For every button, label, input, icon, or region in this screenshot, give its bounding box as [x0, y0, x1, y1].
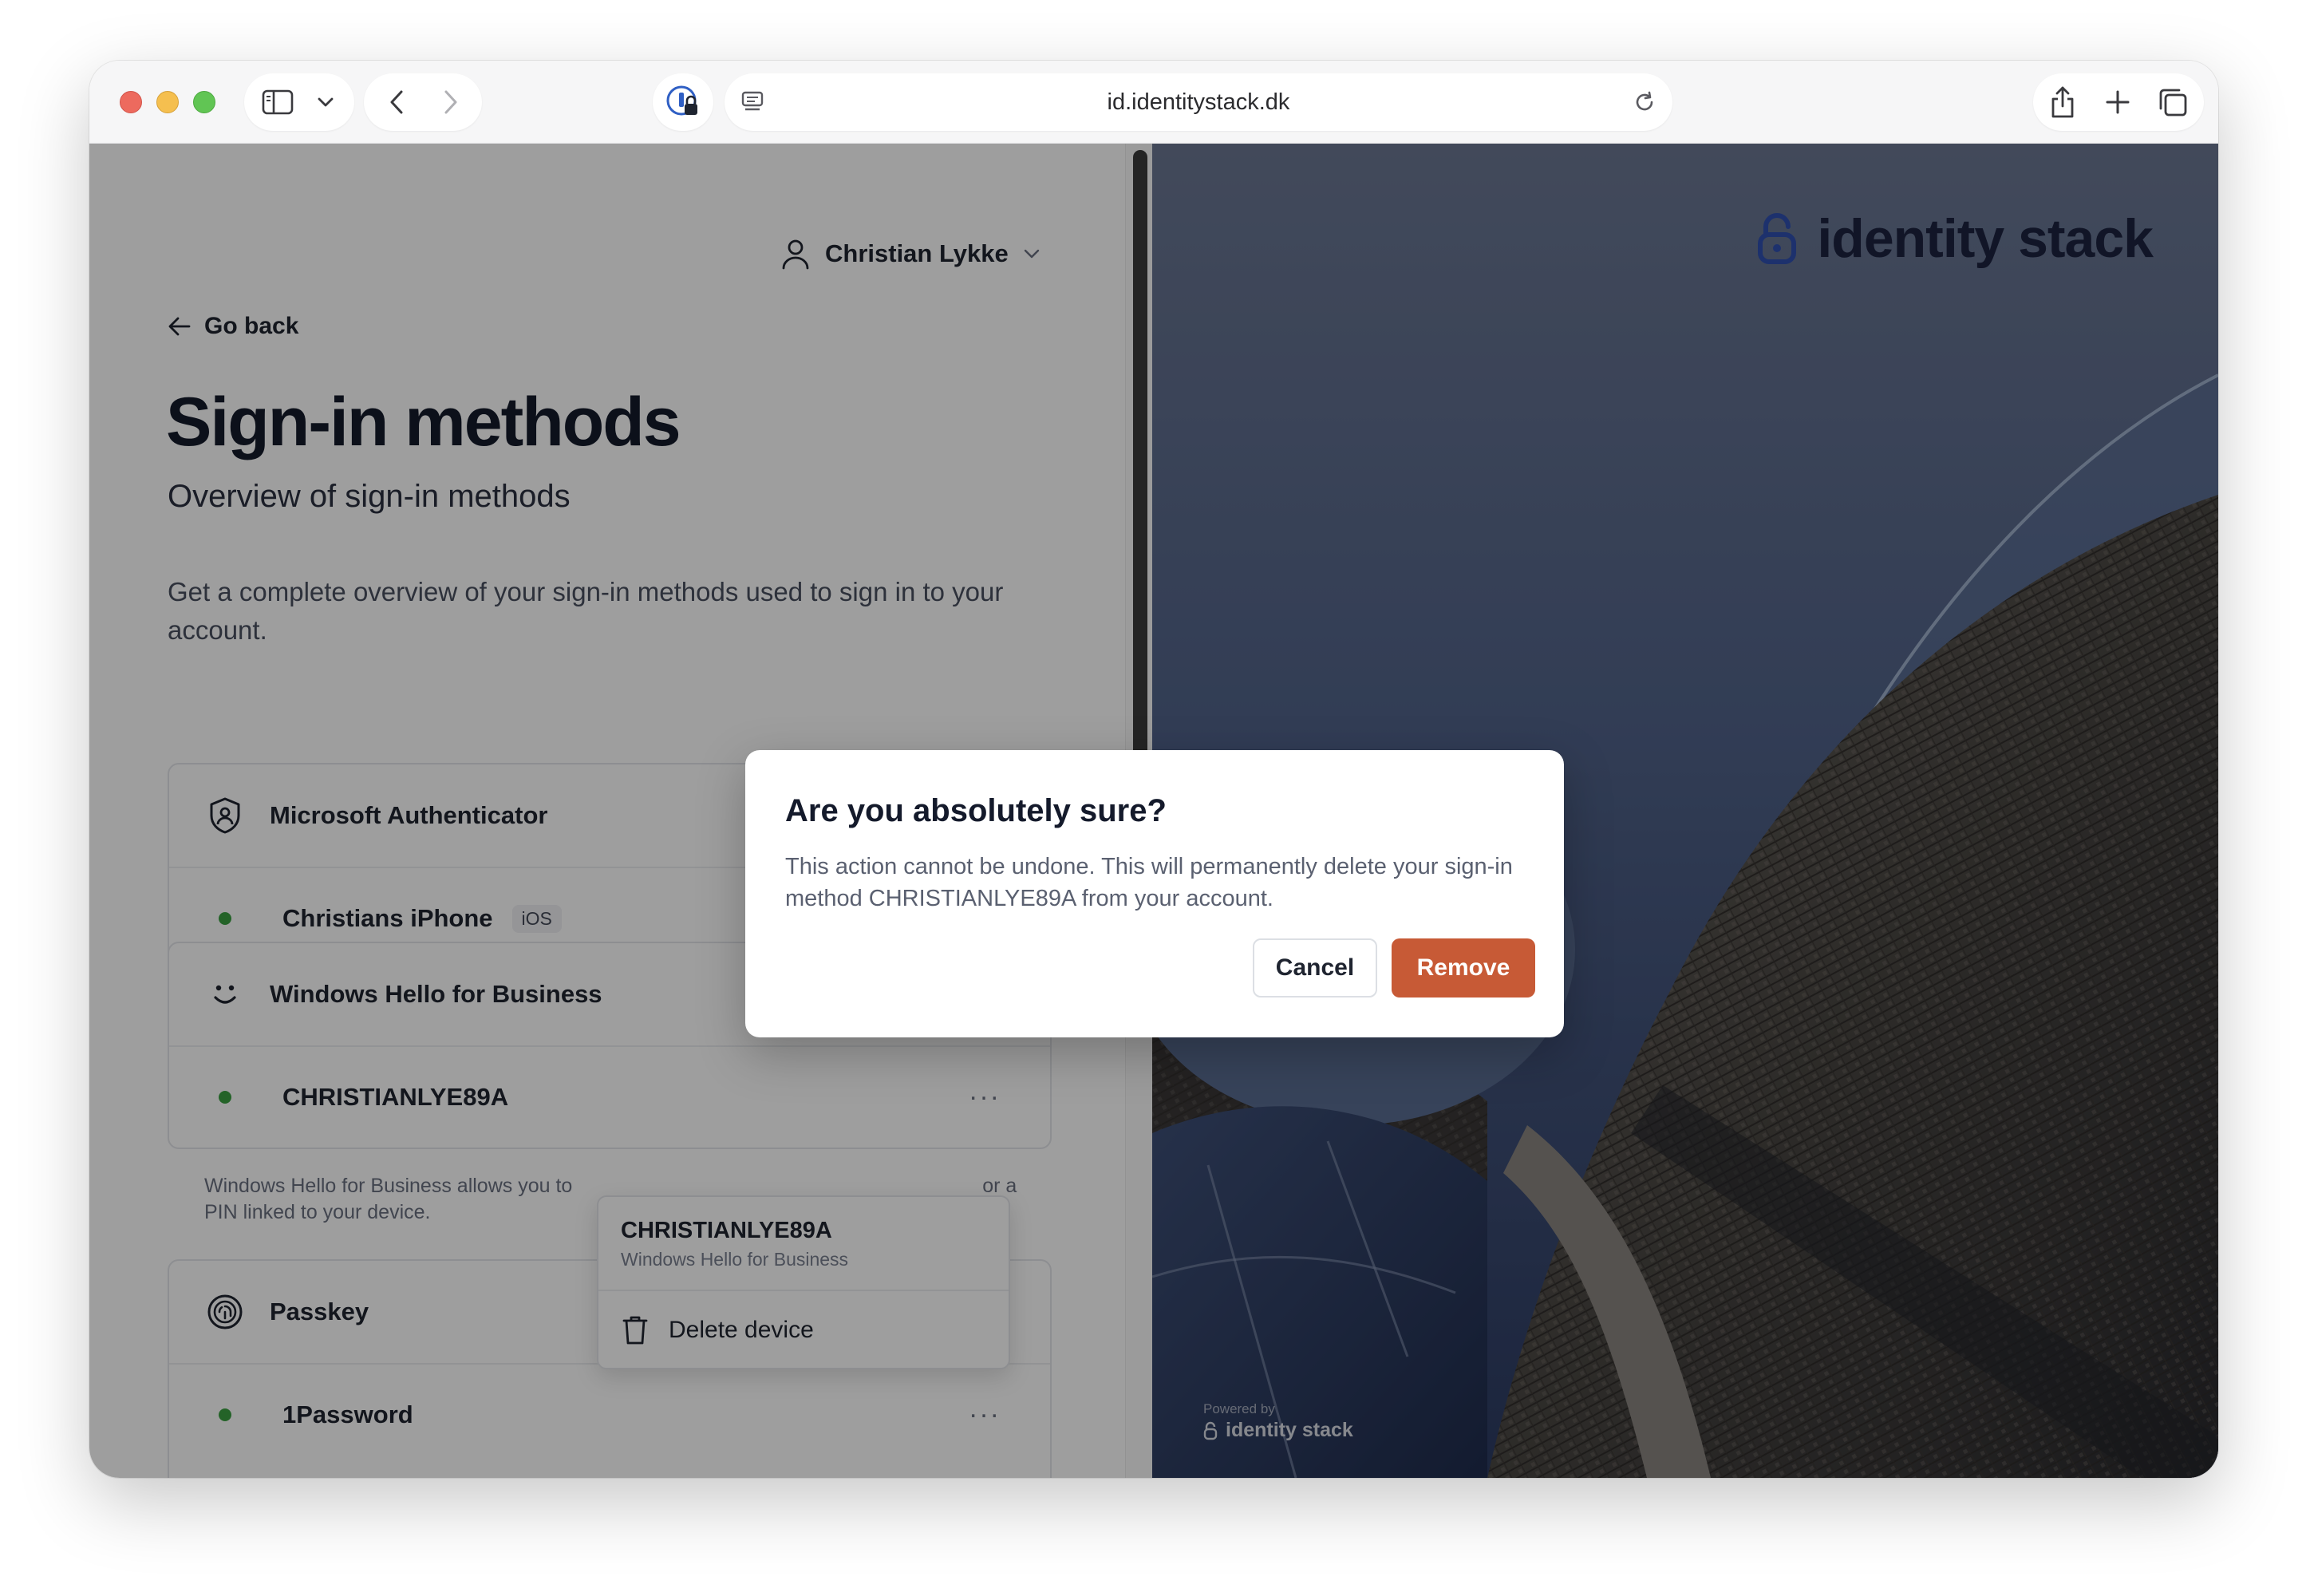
page-content: Christian Lykke Go back Sign-in methods …	[89, 144, 2218, 1478]
browser-toolbar: id.identitystack.dk	[89, 61, 2218, 144]
minimize-window-button[interactable]	[156, 91, 179, 113]
tab-overview-icon[interactable]	[2158, 87, 2188, 117]
zoom-window-button[interactable]	[193, 91, 215, 113]
dialog-description: This action cannot be undone. This will …	[785, 854, 1513, 911]
new-tab-icon[interactable]	[2105, 89, 2130, 115]
reload-icon[interactable]	[1633, 90, 1656, 114]
password-manager-button[interactable]	[653, 73, 713, 131]
sidebar-toggle-group	[244, 73, 354, 131]
confirm-dialog: Are you absolutely sure? This action can…	[745, 750, 1564, 1037]
remove-button[interactable]: Remove	[1392, 938, 1535, 998]
password-manager-icon	[665, 85, 701, 120]
dialog-title: Are you absolutely sure?	[785, 793, 1167, 828]
address-bar[interactable]: id.identitystack.dk	[725, 73, 1672, 131]
chevron-down-icon[interactable]	[316, 96, 335, 109]
url-text: id.identitystack.dk	[1107, 89, 1290, 115]
forward-icon[interactable]	[442, 89, 460, 116]
close-window-button[interactable]	[120, 91, 142, 113]
cancel-button[interactable]: Cancel	[1253, 938, 1377, 998]
back-icon[interactable]	[388, 89, 405, 116]
navigation-group	[364, 73, 482, 131]
browser-window: id.identitystack.dk Christian Lykke Go b…	[89, 61, 2218, 1478]
toolbar-actions	[2033, 73, 2204, 131]
sidebar-icon[interactable]	[262, 89, 294, 115]
share-icon[interactable]	[2049, 85, 2076, 119]
